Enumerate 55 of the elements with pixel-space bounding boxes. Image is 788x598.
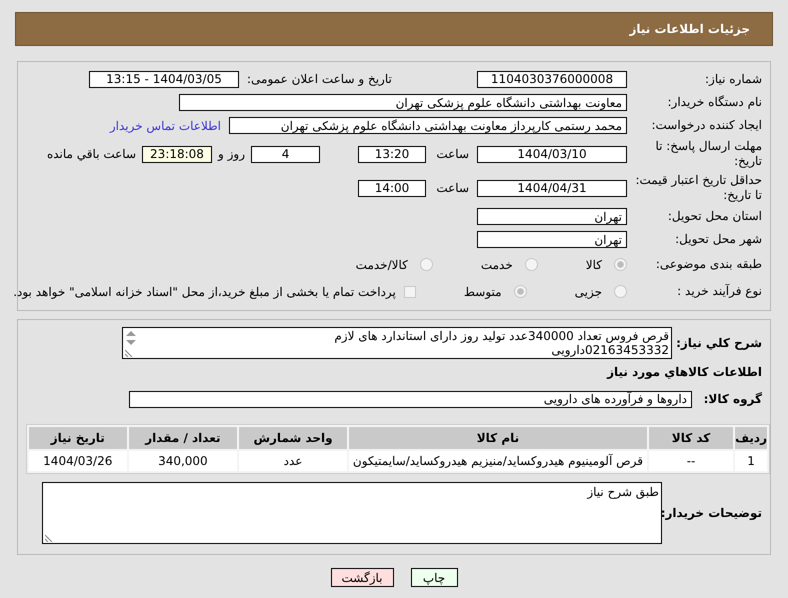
time-label: ساعت — [435, 181, 469, 195]
buyer-org-field: معاونت بهداشتی دانشگاه علوم پزشکی تهران — [179, 94, 627, 111]
radio-label: جزیی — [574, 284, 602, 298]
field-label: استان محل تحویل: — [666, 209, 763, 224]
city-field: تهران — [477, 231, 627, 248]
field-label: نام دستگاه خریدار: — [666, 95, 763, 110]
treasury-note: پرداخت تمام یا بخشی از مبلغ خرید،از محل "اسناد خزانه اسلامی" خواهد بود. — [13, 284, 396, 298]
table-cell: عدد — [239, 451, 347, 471]
table-cell: 1404/03/26 — [29, 451, 127, 471]
field-label: گروه کالا: — [702, 392, 763, 406]
page-title: جزئیات اطلاعات نیاز — [629, 22, 750, 36]
validity-time-field: 14:00 — [358, 180, 426, 196]
print-button[interactable]: چاپ — [410, 568, 458, 587]
creator-field: محمد رستمی کارپرداز معاونت بهداشتی دانشگاه علوم پزشکی تهران — [229, 117, 627, 134]
column-header: نام کالا — [348, 427, 647, 449]
table-cell: قرص آلومینیوم هیدروکساید/منیزیم هیدروکساید/سایمتیکون — [348, 451, 647, 471]
radio-label: کالا/خدمت — [356, 258, 408, 272]
radio-label: کالا — [586, 258, 602, 272]
field-label: ایجاد کننده درخواست: — [650, 118, 763, 133]
notes-text: طبق شرح نیاز — [587, 485, 659, 499]
days-field: 4 — [251, 146, 320, 162]
field-label: شرح کلي نیاز: — [675, 336, 763, 350]
days-label: روز و — [218, 147, 245, 161]
radio-label: متوسط — [464, 284, 502, 298]
field-label: حداقل تاریخ اعتبار قیمت: تا تاریخ: — [634, 173, 763, 203]
table-cell: 340,000 — [128, 451, 238, 471]
province-field: تهران — [477, 208, 627, 225]
deadline-time-field: 13:20 — [358, 146, 426, 162]
column-header: تعداد / مقدار — [128, 427, 238, 449]
column-header: کد کالا — [648, 427, 734, 449]
announce-date-field: 1404/03/05 - 13:15 — [89, 70, 239, 88]
column-header: ردیف — [735, 427, 767, 449]
table-cell: 1 — [735, 451, 767, 471]
remaining-label: ساعت باقي مانده — [46, 147, 136, 161]
table-cell: -- — [648, 451, 734, 471]
buyer-contact-link[interactable]: اطلاعات تماس خریدار — [110, 118, 221, 132]
field-label: تاریخ و ساعت اعلان عمومی: — [246, 72, 393, 86]
field-label: شهر محل تحویل: — [674, 232, 763, 247]
section-heading: اطلاعات کالاهاي مورد نیاز — [606, 364, 763, 380]
column-header: واحد شمارش — [239, 427, 347, 449]
time-label: ساعت — [435, 147, 469, 161]
field-label: طبقه بندی موضوعی: — [654, 257, 763, 272]
remaining-time-field: 23:18:08 — [142, 146, 212, 162]
field-label: نوع فرآیند خرید : — [676, 284, 763, 299]
field-label: شماره نیاز: — [704, 72, 763, 86]
need-number-field: 1104030376000008 — [477, 70, 627, 88]
column-header: تاریخ نیاز — [29, 427, 127, 449]
description-area: قرص فروس تعداد 340000عدد تولید روز دارای استاندارد های لازم 02163453332دارویی — [122, 327, 672, 359]
deadline-date-field: 1404/03/10 — [477, 146, 627, 162]
field-label: مهلت ارسال پاسخ: تا تاریخ: — [654, 139, 763, 169]
group-field: داروها و فرآورده های دارویی — [129, 390, 692, 408]
radio-label: خدمت — [480, 258, 513, 272]
field-label: توضیحات خریدار: — [662, 506, 763, 520]
back-button[interactable]: بازگشت — [330, 568, 394, 587]
validity-date-field: 1404/04/31 — [477, 180, 627, 196]
